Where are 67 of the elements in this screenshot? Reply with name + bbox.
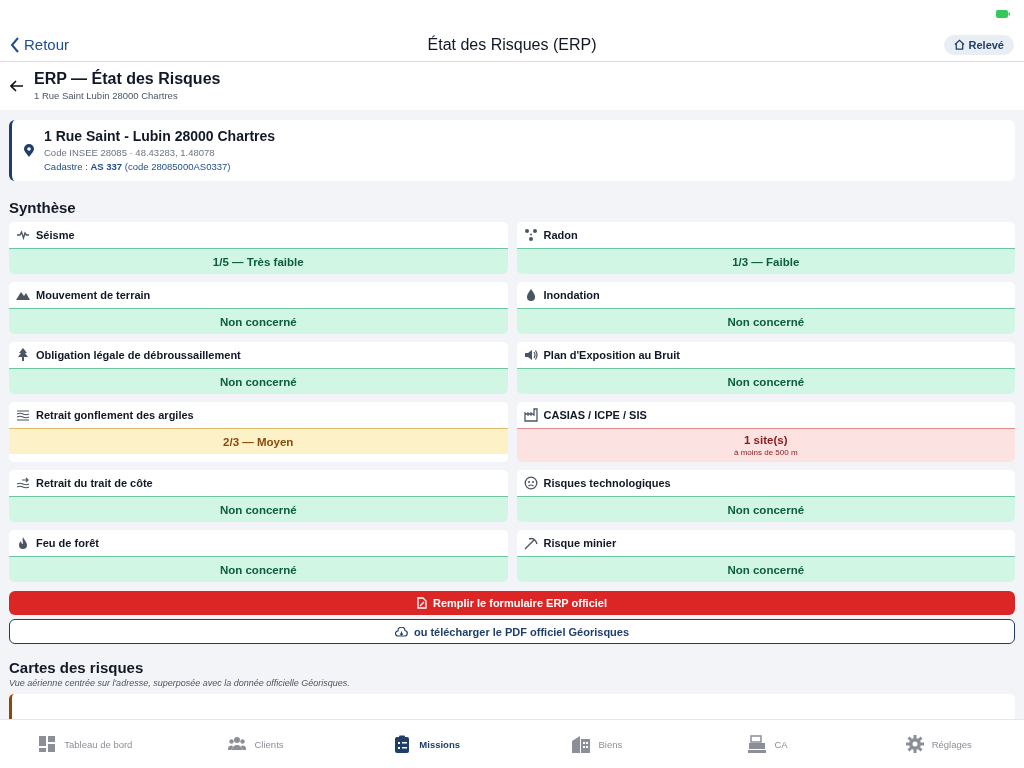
- clipboard-icon: [393, 735, 412, 753]
- building-icon: [572, 735, 591, 753]
- cash-register-icon: [748, 735, 767, 753]
- back-arrow-icon[interactable]: [10, 79, 24, 92]
- speaker-icon: [523, 348, 538, 362]
- risk-note: à moins de 500 m: [733, 448, 798, 457]
- dashboard-icon: [38, 735, 57, 753]
- section-heading: Synthèse: [9, 199, 77, 216]
- tab-bar-item[interactable]: Missions: [341, 720, 512, 768]
- insee-code: Code INSEE 28085 · 48.43283, 1.48078: [44, 147, 216, 158]
- document-edit-icon: [417, 597, 427, 610]
- risk-value: 2/3 — Moyen: [223, 435, 294, 448]
- risk-label: Feu de forêt: [36, 537, 99, 549]
- people-icon: [228, 735, 247, 753]
- risk-value: 1/3 — Faible: [732, 255, 800, 268]
- risk-value: 1/5 — Très faible: [212, 255, 304, 268]
- tab-bar-item[interactable]: Clients: [170, 720, 342, 768]
- screen-title: État des Risques (ERP): [427, 35, 597, 53]
- risk-label: Inondation: [543, 289, 600, 301]
- tab-bar-item[interactable]: Biens: [512, 720, 683, 768]
- risk-label: Retrait gonflement des argiles: [36, 409, 194, 421]
- risk-value: Non concerné: [219, 315, 297, 328]
- tab-bar-item[interactable]: CA: [682, 720, 854, 768]
- flame-icon: [16, 536, 30, 550]
- pickaxe-icon: [523, 536, 538, 550]
- risk-label: Plan d'Exposition au Bruit: [543, 349, 680, 361]
- tree-icon: [16, 348, 30, 362]
- risk-label: Risque minier: [543, 537, 617, 549]
- chevron-icon: [10, 36, 20, 53]
- risk-label: CASIAS / ICPE / SIS: [543, 409, 647, 421]
- settings-icon: [905, 735, 924, 753]
- cloud-download-icon: [394, 626, 408, 637]
- risk-value: Non concerné: [219, 503, 297, 516]
- risk-label: Radon: [543, 229, 578, 241]
- download-pdf-button[interactable]: ou télécharger le PDF officiel Géorisques: [9, 619, 1015, 645]
- risk-value: Non concerné: [727, 563, 805, 576]
- home-icon: [953, 39, 965, 50]
- page-title: ERP — État des Risques: [34, 70, 221, 88]
- risk-value: Non concerné: [727, 375, 805, 388]
- risk-label: Obligation légale de débroussaillement: [36, 349, 241, 361]
- section-heading: Cartes des risques: [9, 659, 145, 677]
- factory-icon: [523, 408, 538, 422]
- back-button[interactable]: Retour: [10, 36, 70, 53]
- risk-value: Non concerné: [727, 503, 805, 516]
- risk-label: Mouvement de terrain: [36, 289, 151, 301]
- releve-button[interactable]: Relevé: [943, 34, 1014, 55]
- risk-label: Risques technologiques: [543, 477, 671, 489]
- layers-icon: [16, 408, 30, 422]
- risk-value: Non concerné: [727, 315, 805, 328]
- page-subtitle: 1 Rue Saint Lubin 28000 Chartres: [34, 90, 179, 101]
- risk-label: Retrait du trait de côte: [36, 477, 153, 489]
- radiation-icon: [523, 228, 538, 242]
- risk-value: 1 site(s): [744, 434, 788, 446]
- battery-icon: [996, 10, 1010, 18]
- section-subtitle: Vue aérienne centrée sur l'adresse, superposée avec la donnée officielle Géorisques.: [9, 678, 351, 689]
- waves-icon: [16, 476, 30, 490]
- address-title: 1 Rue Saint - Lubin 28000 Chartres: [44, 128, 276, 144]
- tab-bar-item[interactable]: Réglages: [853, 720, 1024, 768]
- location-pin-icon: [24, 143, 34, 157]
- risk-label: Séisme: [36, 229, 75, 241]
- risk-value: Non concerné: [219, 375, 297, 388]
- face-icon: [523, 476, 538, 490]
- tab-bar-item[interactable]: Tableau de bord: [0, 720, 171, 768]
- cadastre-reference: Cadastre : AS 337 (code 28085000AS0337): [44, 161, 232, 172]
- fill-form-button[interactable]: Remplir le formulaire ERP officiel: [9, 591, 1015, 616]
- risk-value: Non concerné: [219, 563, 297, 576]
- pulse-icon: [16, 228, 30, 242]
